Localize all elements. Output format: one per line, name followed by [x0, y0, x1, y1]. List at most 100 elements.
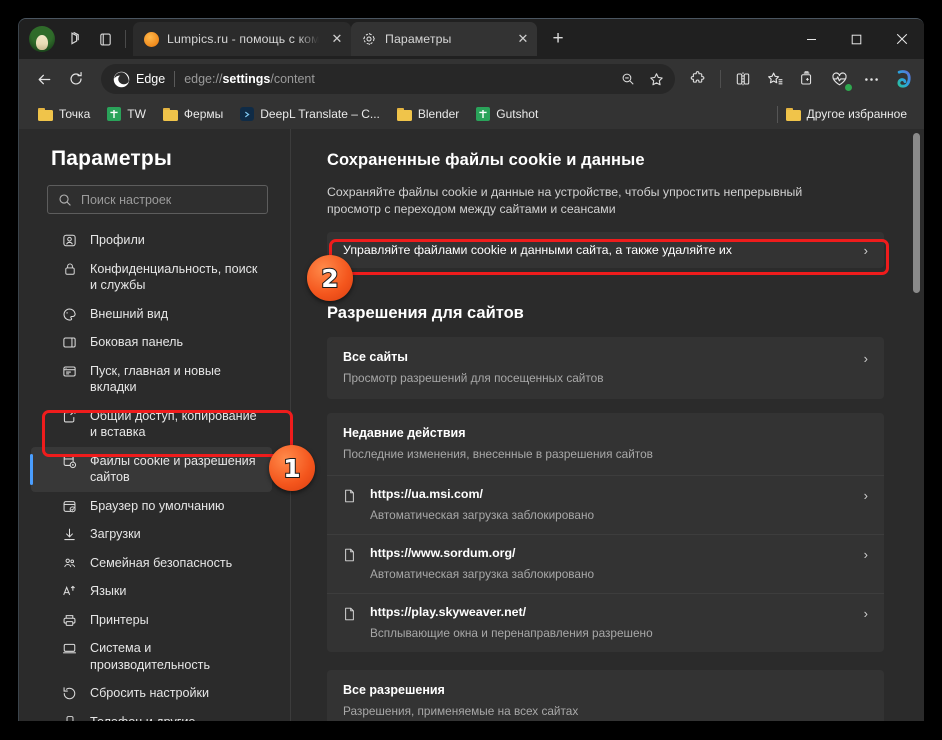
other-favorites-button[interactable]: Другое избранное	[785, 104, 914, 124]
zoom-out-icon[interactable]	[615, 66, 641, 92]
toolbar-divider	[720, 70, 721, 88]
orange-dot-icon	[143, 31, 159, 47]
sidebar-item-family[interactable]: Семейная безопасность	[31, 549, 272, 578]
badge-1: 1	[269, 445, 315, 491]
new-tab-button[interactable]: +	[543, 24, 573, 54]
list-item[interactable]: https://play.skyweaver.net/ Всплывающие …	[327, 593, 884, 652]
close-icon[interactable]: ✕	[513, 29, 533, 49]
window-controls	[789, 19, 924, 59]
sidebar-item-label: Файлы cookie и разрешения сайтов	[90, 453, 256, 485]
bookmark-blender[interactable]: Blender	[390, 104, 466, 124]
deepl-icon	[240, 107, 255, 121]
copilot-icon[interactable]	[888, 64, 918, 94]
bookmark-tochka[interactable]: Точка	[31, 104, 97, 124]
bookmark-label: DeepL Translate – C...	[260, 107, 380, 121]
all-sites-header: Все сайты Просмотр разрешений для посеще…	[327, 337, 884, 399]
sidebar-item-label: Телефон и другие устройства	[90, 714, 258, 722]
all-sites-card[interactable]: Все сайты Просмотр разрешений для посеще…	[327, 337, 884, 399]
folder-icon	[162, 107, 178, 121]
reload-icon[interactable]	[61, 64, 91, 94]
chevron-right-icon: ›	[863, 242, 868, 258]
badge-2: 2	[307, 255, 353, 301]
sidebar-item-label: Система и производительность	[90, 641, 211, 672]
close-icon[interactable]: ✕	[327, 29, 347, 49]
cookies-heading: Сохраненные файлы cookie и данные	[327, 151, 645, 169]
printer-icon	[61, 613, 78, 628]
cookies-description: Сохраняйте файлы cookie и данные на устр…	[327, 185, 803, 216]
split-screen-icon[interactable]	[728, 64, 758, 94]
reset-icon	[61, 686, 78, 701]
bookmark-label: Gutshot	[496, 107, 539, 121]
tab-strip: Lumpics.ru - помощь с компьютером ✕ Пара…	[19, 19, 924, 59]
sidebar-item-privacy[interactable]: Конфиденциальность, поиск и службы	[31, 255, 272, 300]
settings-content: Сохраненные файлы cookie и данные Сохран…	[291, 129, 924, 721]
site-status: Автоматическая загрузка заблокировано	[370, 567, 595, 581]
all-permissions-header: Все разрешения Разрешения, применяемые н…	[327, 670, 884, 721]
address-bar[interactable]: Edge edge://settings/content	[101, 64, 675, 94]
bookmark-gutshot[interactable]: Gutshot	[469, 104, 545, 124]
bookmark-label: TW	[127, 107, 146, 121]
list-item[interactable]: https://ua.msi.com/ Автоматическая загру…	[327, 475, 884, 534]
tab-search-icon[interactable]	[61, 25, 89, 53]
omnibox-divider	[174, 71, 176, 87]
collections-icon[interactable]	[792, 64, 822, 94]
recent-activity-header: Недавние действия Последние изменения, в…	[327, 413, 884, 475]
sidebar-item-label: Боковая панель	[90, 335, 184, 349]
list-item[interactable]: https://www.sordum.org/ Автоматическая з…	[327, 534, 884, 593]
folder-icon	[396, 107, 412, 121]
bookmark-tw[interactable]: TW	[100, 104, 153, 124]
sidebar-item-printers[interactable]: Принтеры	[31, 606, 272, 635]
browser-toolbar: Edge edge://settings/content	[19, 59, 924, 99]
maximize-button[interactable]	[834, 19, 879, 59]
sidebar-item-default-browser[interactable]: Браузер по умолчанию	[31, 492, 272, 521]
favorites-icon[interactable]	[760, 64, 790, 94]
manage-cookies-row[interactable]: Управляйте файлами cookie и данными сайт…	[327, 232, 884, 268]
back-icon[interactable]	[29, 64, 59, 94]
browser-window: Lumpics.ru - помощь с компьютером ✕ Пара…	[18, 18, 924, 721]
sidebar-item-downloads[interactable]: Загрузки	[31, 520, 272, 549]
sidebar-item-label: Сбросить настройки	[90, 686, 210, 700]
sheets-icon	[107, 107, 122, 121]
more-options-icon[interactable]	[856, 64, 886, 94]
close-button[interactable]	[879, 19, 924, 59]
avatar[interactable]	[29, 26, 55, 52]
default-browser-icon	[61, 499, 78, 514]
tab-lumpics[interactable]: Lumpics.ru - помощь с компьютером ✕	[133, 22, 351, 56]
chevron-right-icon: ›	[863, 488, 868, 503]
bookmark-label: Blender	[417, 107, 460, 121]
all-permissions-card[interactable]: Все разрешения Разрешения, применяемые н…	[327, 670, 884, 721]
sidebar-item-cookies[interactable]: Файлы cookie и разрешения сайтов	[30, 446, 272, 492]
bookmark-fermy[interactable]: Фермы	[156, 104, 230, 124]
sidebar-item-reset[interactable]: Сбросить настройки	[31, 679, 272, 708]
vertical-scrollbar[interactable]	[913, 133, 920, 293]
sidebar-item-label: Принтеры	[90, 612, 149, 627]
bookmarks-bar: Точка TW Фермы DeepL Translate – C... Bl…	[19, 99, 924, 129]
cookies-icon	[61, 454, 78, 469]
settings-page: Параметры Поиск настроек Профили Конфиде…	[19, 129, 924, 721]
tab-actions-icon[interactable]	[91, 25, 119, 53]
extensions-icon[interactable]	[683, 64, 713, 94]
bookmark-label: Фермы	[183, 107, 224, 121]
bookmark-label: Точка	[59, 107, 91, 121]
sidebar-item-startup[interactable]: Пуск, главная и новые вкладки	[31, 357, 272, 402]
url-suffix: /content	[270, 72, 315, 86]
browser-essentials-icon[interactable]	[824, 64, 854, 94]
bookmark-deepl[interactable]: DeepL Translate – C...	[233, 104, 387, 124]
document-icon	[343, 607, 356, 626]
system-icon	[61, 641, 78, 656]
document-icon	[343, 548, 356, 567]
minimize-button[interactable]	[789, 19, 834, 59]
sidebar-item-profiles[interactable]: Профили	[31, 226, 272, 255]
sidebar-item-languages[interactable]: Языки	[31, 577, 272, 606]
search-settings-input[interactable]: Поиск настроек	[47, 185, 268, 214]
sidebar-item-sidebar[interactable]: Боковая панель	[31, 328, 272, 357]
sidebar-item-appearance[interactable]: Внешний вид	[31, 300, 272, 329]
favorite-star-icon[interactable]	[643, 66, 669, 92]
sidebar-item-share[interactable]: Общий доступ, копирование и вставка	[31, 402, 272, 447]
bookmarks-bar-right: Другое избранное	[776, 104, 914, 124]
sidebar-item-phone[interactable]: Телефон и другие устройства	[31, 708, 272, 722]
share-icon	[61, 409, 78, 424]
sidebar-item-system[interactable]: Система и производительность	[31, 634, 272, 679]
tab-settings[interactable]: Параметры ✕	[351, 22, 537, 56]
manage-cookies-label: Управляйте файлами cookie и данными сайт…	[343, 243, 732, 257]
